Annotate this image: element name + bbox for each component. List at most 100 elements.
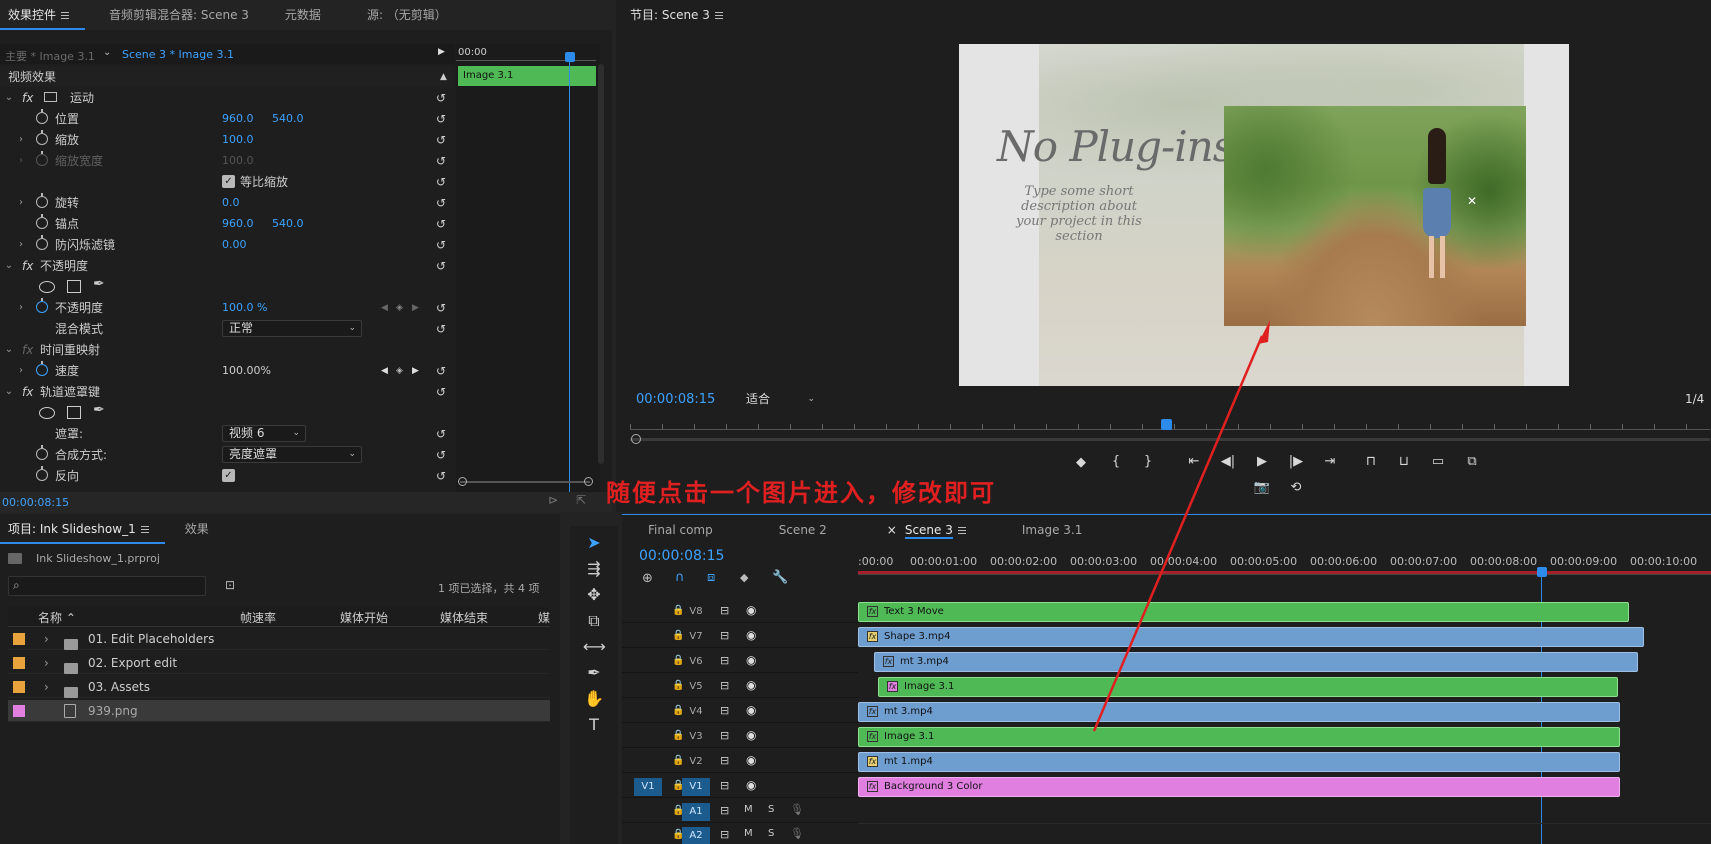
track-name-a1[interactable]: A1 xyxy=(682,803,710,821)
effect-motion-row[interactable]: ⌄ fx 运动 ↺ xyxy=(0,87,455,108)
track-name-a2[interactable]: A2 xyxy=(682,827,710,844)
track-name-v4[interactable]: V4 xyxy=(682,703,710,721)
export-frame-icon[interactable]: ⇱ xyxy=(576,493,586,507)
chevron-right-icon[interactable]: › xyxy=(44,652,49,674)
add-keyframe-icon[interactable]: ◈ xyxy=(396,303,403,313)
mute-button[interactable]: M xyxy=(744,804,753,815)
rectangle-mask-icon[interactable] xyxy=(67,406,81,419)
timeline-clip[interactable]: fx Background 3 Color xyxy=(858,777,1620,797)
tab-project[interactable]: 项目: Ink Slideshow_1 xyxy=(0,514,165,544)
prev-keyframe-icon[interactable]: ◀ xyxy=(381,303,388,313)
chevron-right-icon[interactable]: › xyxy=(16,365,26,376)
stopwatch-icon[interactable] xyxy=(36,193,48,208)
fx-badge-icon[interactable]: fx xyxy=(883,655,894,667)
reset-icon[interactable]: ↺ xyxy=(436,386,450,398)
chevron-right-icon[interactable]: › xyxy=(16,239,26,250)
wrench-icon[interactable]: 🔧 xyxy=(772,570,788,585)
reset-icon[interactable]: ↺ xyxy=(436,260,450,272)
track-name-v7[interactable]: V7 xyxy=(682,628,710,646)
work-area-bar[interactable] xyxy=(858,571,1711,574)
reset-icon[interactable]: ↺ xyxy=(436,449,450,461)
timeline-clip[interactable]: fx Image 3.1 xyxy=(878,677,1618,697)
play-clip-icon[interactable]: ▶ xyxy=(438,47,445,57)
reset-icon[interactable]: ↺ xyxy=(436,323,450,335)
mini-zoom-handle-right[interactable] xyxy=(584,477,593,486)
fx-badge-icon[interactable]: fx xyxy=(887,680,898,692)
fit-select[interactable]: 适合 ⌄ xyxy=(739,391,821,408)
label-color-swatch[interactable] xyxy=(13,657,25,669)
tab-audio-mixer[interactable]: 音频剪辑混合器: Scene 3 xyxy=(85,0,265,30)
tab-metadata[interactable]: 元数据 xyxy=(265,0,337,30)
reset-icon[interactable]: ↺ xyxy=(436,134,450,146)
track-name-v2[interactable]: V2 xyxy=(682,753,710,771)
fx-badge-icon[interactable]: fx xyxy=(867,630,878,642)
next-keyframe-icon[interactable]: ▶ xyxy=(412,303,419,313)
ripple-edit-tool-icon[interactable]: ✥ xyxy=(583,584,605,606)
transform-handle-icon[interactable]: ✕ xyxy=(1467,194,1477,208)
reset-icon[interactable]: ↺ xyxy=(436,113,450,125)
fx-badge-icon[interactable]: fx xyxy=(867,730,878,742)
label-color-swatch[interactable] xyxy=(13,633,25,645)
chevron-right-icon[interactable]: › xyxy=(44,676,49,698)
pen-mask-icon[interactable]: ✒ xyxy=(93,276,105,292)
go-to-in-icon[interactable]: ⇤ xyxy=(1184,454,1204,469)
eye-icon[interactable]: ◉ xyxy=(746,753,756,767)
list-item[interactable]: › 02. Export edit xyxy=(8,652,550,674)
panel-menu-icon[interactable] xyxy=(61,10,70,21)
microphone-icon[interactable]: 🎙 xyxy=(790,827,804,840)
linked-selection-icon[interactable]: ⧈ xyxy=(707,570,715,585)
eye-icon[interactable]: ◉ xyxy=(746,778,756,792)
uniform-scale-checkbox[interactable]: ✓ xyxy=(222,175,235,188)
timeline-clip[interactable]: fx Shape 3.mp4 xyxy=(858,627,1644,647)
stopwatch-icon[interactable] xyxy=(36,298,48,313)
tab-image-3-1[interactable]: Image 3.1 xyxy=(982,515,1098,545)
speed-value[interactable]: 100.00% xyxy=(222,364,271,377)
opacity-value[interactable]: 100.0 % xyxy=(222,301,267,314)
export-frame-icon[interactable]: 📷 xyxy=(1252,480,1272,495)
anchor-y-value[interactable]: 540.0 xyxy=(272,217,304,230)
track-select-tool-icon[interactable]: ⇶ xyxy=(583,558,605,580)
timeline-clip[interactable]: fx mt 3.mp4 xyxy=(858,702,1620,722)
tab-effect-controls[interactable]: 效果控件 xyxy=(0,0,86,30)
position-x-value[interactable]: 960.0 xyxy=(222,112,254,125)
program-zoom-handle[interactable] xyxy=(631,434,641,444)
sync-lock-icon[interactable]: ⊟ xyxy=(720,754,729,767)
step-forward-icon[interactable]: |▶ xyxy=(1286,454,1306,469)
mini-playhead-marker[interactable] xyxy=(565,52,575,62)
chevron-right-icon[interactable]: › xyxy=(16,302,26,313)
next-keyframe-icon[interactable]: ▶ xyxy=(412,366,419,376)
list-item[interactable]: 939.png xyxy=(8,700,550,722)
step-back-icon[interactable]: ◀| xyxy=(1218,454,1238,469)
master-clip-label[interactable]: 主要 * Image 3.1 xyxy=(5,48,95,64)
collapse-up-icon[interactable]: ▲ xyxy=(440,72,447,82)
anchor-x-value[interactable]: 960.0 xyxy=(222,217,254,230)
chevron-down-icon[interactable]: ⌄ xyxy=(103,47,111,58)
program-playhead-marker[interactable] xyxy=(1161,419,1172,430)
tab-final-comp[interactable]: Final comp xyxy=(622,515,729,545)
column-name[interactable]: 名称 ⌃ xyxy=(38,609,76,626)
track-name-v6[interactable]: V6 xyxy=(682,653,710,671)
fx-badge-icon[interactable]: fx xyxy=(22,91,33,105)
fx-badge-icon[interactable]: fx xyxy=(22,259,33,273)
stopwatch-icon[interactable] xyxy=(36,130,48,145)
reset-icon[interactable]: ↺ xyxy=(436,176,450,188)
microphone-icon[interactable]: 🎙 xyxy=(790,803,804,816)
close-icon[interactable]: × xyxy=(887,523,897,537)
tab-program-monitor[interactable]: 节目: Scene 3 xyxy=(616,0,739,30)
solo-button[interactable]: S xyxy=(768,804,774,815)
new-search-bin-icon[interactable]: ⊡ xyxy=(225,578,235,592)
playback-resolution-select[interactable]: 1/4 xyxy=(1680,391,1708,408)
eye-icon[interactable]: ◉ xyxy=(746,678,756,692)
go-to-out-icon[interactable]: ⇥ xyxy=(1320,454,1340,469)
fx-badge-icon[interactable]: fx xyxy=(867,605,878,617)
timeline-clip[interactable]: fx Text 3 Move xyxy=(858,602,1629,622)
project-search-input[interactable]: ⌕ xyxy=(8,576,206,596)
stopwatch-icon[interactable] xyxy=(36,466,48,481)
timeline-timecode[interactable]: 00:00:08:15 xyxy=(639,548,724,564)
mark-out-icon[interactable]: } xyxy=(1138,454,1158,469)
transform-box-icon[interactable] xyxy=(44,92,57,102)
play-icon[interactable]: ▶ xyxy=(1252,454,1272,469)
lift-icon[interactable]: ⊓ xyxy=(1361,454,1381,469)
reset-icon[interactable]: ↺ xyxy=(436,239,450,251)
effect-time-remap-row[interactable]: ⌄ fx 时间重映射 xyxy=(0,339,455,360)
